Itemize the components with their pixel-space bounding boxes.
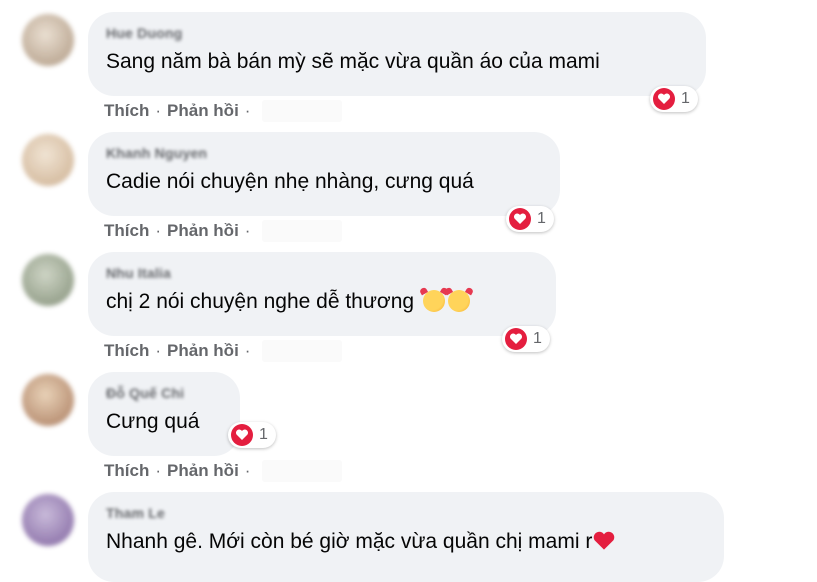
reply-link[interactable]: Phản hồi xyxy=(167,341,239,361)
comment-text-content: chị 2 nói chuyện nghe dễ thương xyxy=(106,290,415,313)
comment-text: Cadie nói chuyện nhẹ nhàng, cưng quá xyxy=(106,170,474,193)
timestamp[interactable] xyxy=(262,340,343,362)
like-link[interactable]: Thích xyxy=(104,101,149,121)
comment-bubble: Tham Le Nhanh gê. Mới còn bé giờ mặc vừa… xyxy=(88,492,724,582)
comment-actions: Thích · Phản hồi · xyxy=(104,100,343,122)
comment-actions: Thích · Phản hồi · xyxy=(104,220,343,242)
avatar[interactable] xyxy=(22,134,74,186)
like-link[interactable]: Thích xyxy=(104,341,149,361)
reaction-badge[interactable]: 1 xyxy=(502,326,550,352)
comment-actions: Thích · Phản hồi · xyxy=(104,340,343,362)
separator-dot: · xyxy=(244,461,251,480)
separator-dot: · xyxy=(155,101,162,120)
timestamp[interactable] xyxy=(262,100,343,122)
separator-dot: · xyxy=(244,221,251,240)
comment-bubble: Khanh Nguyen Cadie nói chuyện nhẹ nhàng,… xyxy=(88,132,560,216)
reply-link[interactable]: Phản hồi xyxy=(167,461,239,481)
comment-text: Cưng quá xyxy=(106,410,200,433)
avatar[interactable] xyxy=(22,374,74,426)
separator-dot: · xyxy=(155,221,162,240)
commenter-name[interactable]: Khanh Nguyen xyxy=(106,144,542,162)
comment-bubble: Nhu Italia chị 2 nói chuyện nghe dễ thươ… xyxy=(88,252,556,336)
heart-icon xyxy=(509,208,531,230)
separator-dot: · xyxy=(155,461,162,480)
separator-dot: · xyxy=(244,101,251,120)
heart-icon xyxy=(231,424,253,446)
commenter-name[interactable]: Hue Duong xyxy=(106,24,688,42)
reply-link[interactable]: Phản hồi xyxy=(167,221,239,241)
reply-link[interactable]: Phản hồi xyxy=(167,101,239,121)
timestamp[interactable] xyxy=(262,460,343,482)
heart-icon xyxy=(653,88,675,110)
avatar[interactable] xyxy=(22,494,74,546)
avatar[interactable] xyxy=(22,254,74,306)
like-link[interactable]: Thích xyxy=(104,461,149,481)
heart-emoji xyxy=(593,531,615,559)
separator-dot: · xyxy=(244,341,251,360)
heart-icon xyxy=(505,328,527,350)
avatar[interactable] xyxy=(22,14,74,66)
reaction-count: 1 xyxy=(681,90,690,107)
comment-actions: Thích · Phản hồi · xyxy=(104,460,343,482)
comment-text-content: Nhanh gê. Mới còn bé giờ mặc vừa quần ch… xyxy=(106,530,593,553)
reaction-count: 1 xyxy=(533,330,542,347)
reaction-badge[interactable]: 1 xyxy=(650,86,698,112)
separator-dot: · xyxy=(155,341,162,360)
reaction-badge[interactable]: 1 xyxy=(228,422,276,448)
reaction-count: 1 xyxy=(537,210,546,227)
comment-text: Sang năm bà bán mỳ sẽ mặc vừa quần áo củ… xyxy=(106,50,600,73)
smiling-face-with-hearts-emoji xyxy=(422,290,445,312)
timestamp[interactable] xyxy=(262,220,343,242)
smiling-face-with-hearts-emoji xyxy=(447,290,470,312)
comment-bubble: Đỗ Quế Chi Cưng quá xyxy=(88,372,240,456)
like-link[interactable]: Thích xyxy=(104,221,149,241)
comment-text: Nhanh gê. Mới còn bé giờ mặc vừa quần ch… xyxy=(106,528,706,559)
comment-text: chị 2 nói chuyện nghe dễ thương xyxy=(106,288,538,316)
commenter-name[interactable]: Tham Le xyxy=(106,504,706,522)
commenter-name[interactable]: Đỗ Quế Chi xyxy=(106,384,222,402)
commenter-name[interactable]: Nhu Italia xyxy=(106,264,538,282)
reaction-badge[interactable]: 1 xyxy=(506,206,554,232)
comment-bubble: Hue Duong Sang năm bà bán mỳ sẽ mặc vừa … xyxy=(88,12,706,96)
reaction-count: 1 xyxy=(259,426,268,443)
